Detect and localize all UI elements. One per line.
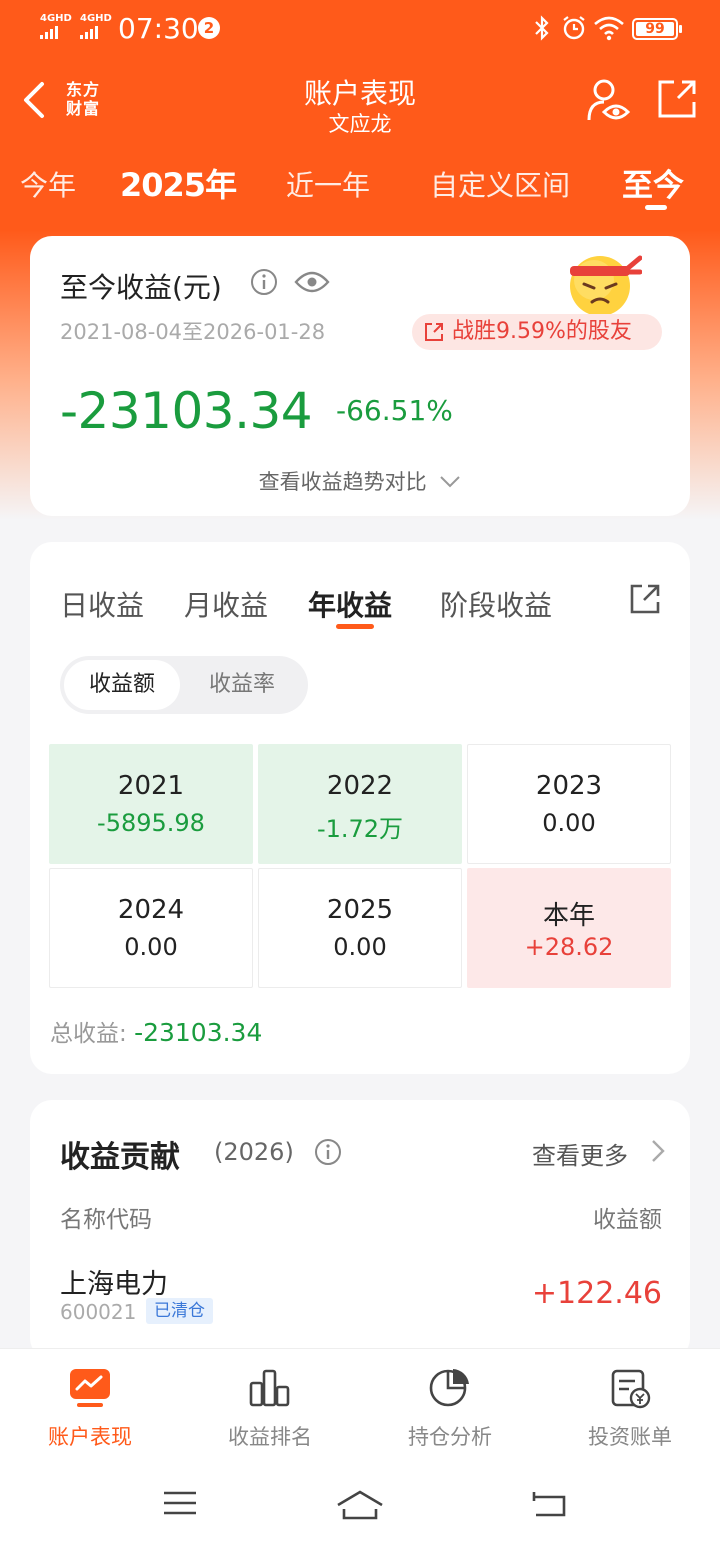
cleared-tag: 已清仓 [146,1298,213,1324]
year-cell-this-year[interactable]: 本年 +28.62 [467,868,671,988]
share-icon[interactable] [628,582,662,616]
info-icon[interactable] [250,268,278,296]
bluetooth-icon [535,15,549,41]
range-tab-this-year[interactable]: 今年 [20,164,76,204]
chevron-down-icon [440,476,461,488]
nav-label: 持仓分析 [408,1425,492,1449]
summary-card: 至今收益(元) 2021-08-04至2026-01-28 战胜9.59%的股友… [30,236,690,516]
signal-icon-2: 4GHD [80,14,112,39]
year-value: 0.00 [124,933,178,961]
range-tab-custom[interactable]: 自定义区间 [430,164,570,204]
tab-monthly[interactable]: 月收益 [184,584,268,624]
bar-chart-icon [249,1369,290,1407]
range-tab-indicator [645,205,667,210]
alarm-icon [563,16,585,40]
signal-label: 4GHD [40,13,72,24]
share-small-icon [425,323,443,341]
beat-percentage-badge[interactable]: 战胜9.59%的股友 [412,314,662,350]
bottom-nav: 账户表现 收益排名 持仓分析 投资账单 [0,1348,720,1544]
eye-icon[interactable] [294,270,330,294]
value-type-toggle: 收益额 收益率 [60,656,308,714]
year-value: -1.72万 [316,815,404,843]
wifi-icon [594,16,624,41]
year-cell-2022[interactable]: 2022 -1.72万 [258,744,462,864]
year-label: 2023 [535,771,603,801]
year-value: 0.00 [542,809,596,837]
toggle-amount[interactable]: 收益额 [64,660,180,710]
nav-account-performance[interactable]: 账户表现 [0,1367,180,1451]
period-tab-indicator [336,624,374,629]
total-profit-line: 总收益: -23103.34 [50,1014,262,1048]
trend-compare-label: 查看收益趋势对比 [258,470,427,494]
nav-label: 收益排名 [228,1425,312,1449]
clock: 07:30 [118,12,199,45]
year-label: 2021 [117,771,185,801]
battery-icon: 99 [632,18,682,40]
stock-name: 上海电力 [60,1269,168,1300]
contribution-title: 收益贡献 [60,1140,180,1175]
trend-compare-link[interactable]: 查看收益趋势对比 [30,466,690,496]
performance-chart-icon [70,1369,110,1407]
badge-text: 战胜9.59%的股友 [452,319,632,344]
year-cell-2025[interactable]: 2025 0.00 [258,868,462,988]
toggle-rate[interactable]: 收益率 [182,660,302,710]
year-label: 2025 [326,895,394,925]
year-value: 0.00 [333,933,387,961]
total-label: 总收益: [50,1021,135,1047]
tab-stage[interactable]: 阶段收益 [440,584,552,624]
bill-icon [611,1369,651,1409]
range-tab-to-date[interactable]: 至今 [622,160,684,205]
contribution-card: 收益贡献 (2026) 查看更多 名称代码 收益额 上海电力 600021 已清… [30,1100,690,1360]
stock-profit: +122.46 [531,1276,662,1311]
mascot-icon [570,255,642,316]
signal-icon: 4GHD [40,14,72,39]
summary-title: 至今收益(元) [60,271,222,304]
return-icon[interactable] [530,1489,568,1519]
year-value: +28.62 [524,933,614,961]
total-profit-amount: -23103.34 [60,382,313,440]
year-label: 2024 [117,895,185,925]
year-cell-2024[interactable]: 2024 0.00 [49,868,253,988]
year-value: -5895.98 [97,809,205,837]
notification-count-badge: 2 [198,17,220,39]
column-profit: 收益额 [593,1207,662,1233]
nav-label: 投资账单 [588,1425,672,1449]
date-range: 2021-08-04至2026-01-28 [60,320,326,344]
chevron-right-icon[interactable] [650,1138,666,1164]
year-cell-2023[interactable]: 2023 0.00 [467,744,671,864]
period-profit-card: 日收益 月收益 年收益 阶段收益 收益额 收益率 2021 -5895.98 2… [30,542,690,1074]
contribution-year: (2026) [214,1138,294,1166]
pie-chart-icon [429,1369,469,1407]
share-icon[interactable] [656,78,698,120]
tab-daily[interactable]: 日收益 [60,584,144,624]
nav-holding-analysis[interactable]: 持仓分析 [360,1367,540,1451]
privacy-eye-icon[interactable] [586,78,632,124]
tab-yearly[interactable]: 年收益 [308,584,392,624]
column-name-code: 名称代码 [60,1207,152,1233]
battery-level: 99 [645,21,665,37]
view-more-link[interactable]: 查看更多 [532,1136,628,1171]
info-icon[interactable] [314,1138,342,1166]
status-bar: 4GHD 4GHD 07:30 2 99 [0,0,720,56]
nav-investment-bill[interactable]: 投资账单 [540,1367,720,1451]
signal-label-2: 4GHD [80,13,112,24]
year-label: 2022 [326,771,394,801]
year-label: 本年 [542,901,595,931]
home-icon[interactable] [336,1489,384,1521]
range-tab-2025[interactable]: 2025年 [120,160,237,206]
year-cell-2021[interactable]: 2021 -5895.98 [49,744,253,864]
menu-icon[interactable] [162,1489,198,1517]
range-tab-last-year[interactable]: 近一年 [286,164,370,204]
nav-label: 账户表现 [48,1425,132,1449]
total-profit-percent: -66.51% [336,394,453,427]
nav-profit-ranking[interactable]: 收益排名 [180,1367,360,1451]
stock-code: 600021 [60,1300,137,1324]
total-value: -23103.34 [134,1018,263,1047]
